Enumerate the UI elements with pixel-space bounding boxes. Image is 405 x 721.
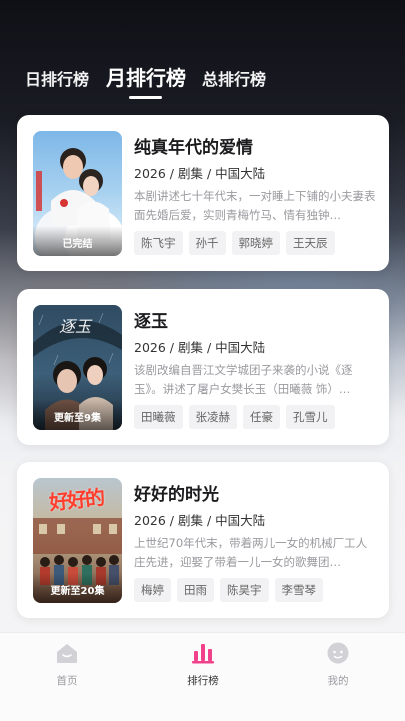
- drama-description: 本剧讲述七十年代末，一对睡上下铺的小夫妻表面先婚后爱，实则青梅竹马、情有独钟…: [134, 189, 376, 222]
- status-badge: 更新至9集: [33, 400, 122, 430]
- nav-ranking[interactable]: 排行榜: [163, 641, 243, 688]
- poster-title-art: 好好的: [48, 485, 105, 515]
- status-badge: 更新至20集: [33, 573, 122, 603]
- cast-chip[interactable]: 郭晓婷: [231, 231, 280, 255]
- nav-home[interactable]: 首页: [27, 641, 107, 688]
- cast-chip[interactable]: 李雪琴: [274, 578, 323, 602]
- nav-label: 排行榜: [187, 675, 219, 687]
- poster-title-art: 逐玉: [59, 317, 92, 336]
- cast-chip[interactable]: 任豪: [243, 405, 280, 429]
- cast-chip[interactable]: 王天辰: [286, 231, 335, 255]
- drama-title[interactable]: 纯真年代的爱情: [134, 133, 253, 158]
- nav-profile[interactable]: 我的: [298, 641, 378, 688]
- nav-label: 我的: [327, 675, 349, 687]
- cast-list: 陈飞宇 孙千 郭晓婷 王天辰: [134, 231, 341, 255]
- drama-card[interactable]: 好好的 更新至20集 好好的时光 2026 / 剧集 / 中国大陆 上世纪70年…: [17, 462, 389, 618]
- tab-total-ranking[interactable]: 总排行榜: [202, 66, 266, 90]
- cast-chip[interactable]: 张凌赫: [188, 405, 237, 429]
- drama-title[interactable]: 好好的时光: [134, 480, 219, 505]
- tab-monthly-ranking[interactable]: 月排行榜: [106, 62, 186, 91]
- cast-list: 田曦薇 张凌赫 任豪 孔雪儿: [134, 405, 341, 429]
- drama-poster[interactable]: 好好的 更新至20集: [33, 478, 122, 603]
- cast-list: 梅婷 田雨 陈昊宇 李雪琴: [134, 578, 329, 602]
- drama-card[interactable]: 逐玉 更新至9集 逐玉 2026 / 剧集 / 中国大陆 该剧改编自晋江文学城团…: [17, 289, 389, 445]
- drama-description: 该剧改编自晋江文学城团子来袭的小说《逐玉》。讲述了屠户女樊长玉（田曦薇 饰）…: [134, 363, 353, 396]
- drama-meta: 2026 / 剧集 / 中国大陆: [134, 340, 266, 355]
- nav-label: 首页: [56, 675, 78, 687]
- ranking-icon: [190, 644, 216, 669]
- drama-title[interactable]: 逐玉: [134, 307, 168, 332]
- cast-chip[interactable]: 孔雪儿: [286, 405, 335, 429]
- active-tab-indicator: [129, 96, 162, 99]
- home-icon: [54, 644, 80, 669]
- cast-chip[interactable]: 田雨: [177, 578, 214, 602]
- drama-poster[interactable]: 逐玉 更新至9集: [33, 305, 122, 430]
- drama-meta: 2026 / 剧集 / 中国大陆: [134, 513, 266, 528]
- status-badge: 已完结: [33, 226, 122, 256]
- cast-chip[interactable]: 梅婷: [134, 578, 171, 602]
- cast-chip[interactable]: 孙千: [188, 231, 226, 255]
- ranking-tabs: 日排行榜 月排行榜 总排行榜: [0, 58, 405, 108]
- tab-daily-ranking[interactable]: 日排行榜: [25, 66, 89, 90]
- cast-chip[interactable]: 田曦薇: [134, 405, 183, 429]
- drama-card[interactable]: 已完结 纯真年代的爱情 2026 / 剧集 / 中国大陆 本剧讲述七十年代末，一…: [17, 115, 389, 271]
- cast-chip[interactable]: 陈昊宇: [220, 578, 269, 602]
- drama-poster[interactable]: 已完结: [33, 131, 122, 256]
- drama-meta: 2026 / 剧集 / 中国大陆: [134, 166, 266, 181]
- cast-chip[interactable]: 陈飞宇: [134, 231, 183, 255]
- profile-icon: [325, 642, 351, 669]
- bottom-navigation: 首页 排行榜 我的: [0, 632, 405, 721]
- drama-description: 上世纪70年代末，带着两儿一女的机械厂工人庄先进，迎娶了带着一儿一女的歌舞团…: [134, 536, 368, 569]
